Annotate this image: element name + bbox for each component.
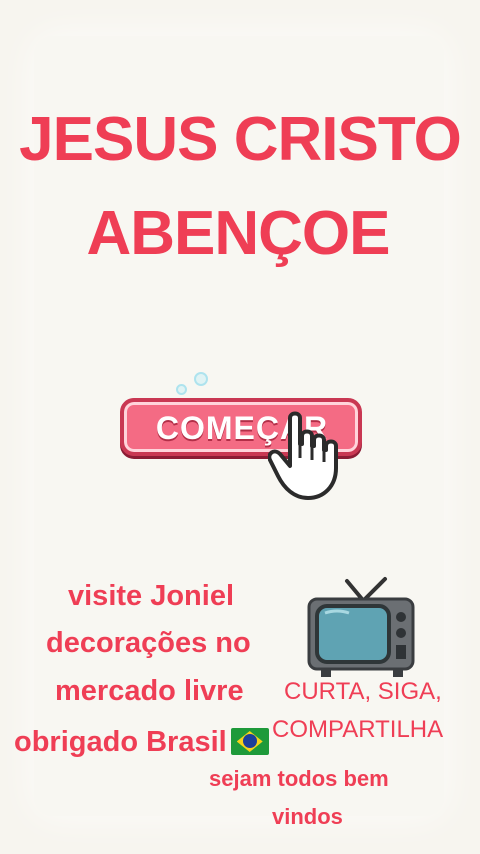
promo-line-2: decorações no xyxy=(46,627,251,659)
title-line-2: ABENÇOE xyxy=(86,199,390,268)
welcome-line-2: vindos xyxy=(272,804,343,829)
sparkle-icon xyxy=(176,384,187,395)
social-line-2: COMPARTILHA xyxy=(272,716,444,743)
promo-line-4: obrigado Brasil xyxy=(14,726,269,759)
welcome-line-1: sejam todos bem xyxy=(209,766,389,791)
pointing-hand-icon xyxy=(268,411,338,500)
social-line-1: CURTA, SIGA, xyxy=(284,678,442,705)
sparkle-icon xyxy=(194,372,208,386)
brazil-flag-icon xyxy=(230,728,269,755)
title-line-1: JESUS CRISTO xyxy=(19,105,462,174)
television-icon xyxy=(307,577,415,677)
promo-line-3: mercado livre xyxy=(55,675,244,707)
promo-line-4-text: obrigado Brasil xyxy=(14,726,227,758)
promo-line-1: visite Joniel xyxy=(68,580,235,612)
page: JESUS CRISTO ABENÇOE COMEÇAR visite Joni… xyxy=(0,0,480,854)
